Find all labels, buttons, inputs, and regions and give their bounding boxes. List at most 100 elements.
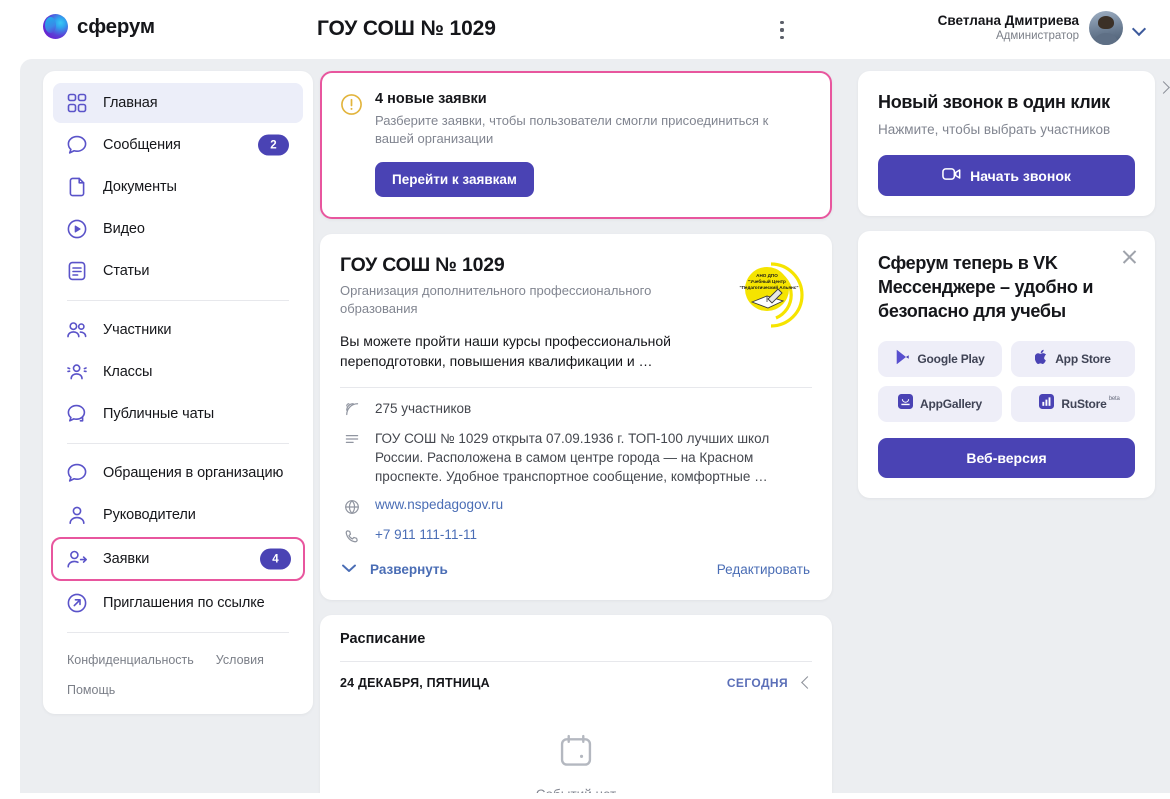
- chevron-right-icon[interactable]: [1158, 83, 1170, 93]
- rustore-icon: [1039, 394, 1055, 414]
- phone-icon: [342, 527, 361, 546]
- user-icon: [65, 503, 89, 527]
- organization-info-text[interactable]: www.nspedagogov.ru: [375, 497, 503, 516]
- organization-logo-icon: АНО ДПО "Учебный Центр "Педагогический А…: [732, 256, 810, 334]
- chevron-down-icon[interactable]: [1133, 24, 1146, 32]
- sidebar-item-label: Статьи: [103, 263, 150, 279]
- schedule-date-row: 24 ДЕКАБРЯ, ПЯТНИЦА СЕГОДНЯ: [340, 662, 812, 690]
- start-call-label: Начать звонок: [970, 167, 1071, 184]
- user-info: Светлана Дмитриева Администратор: [938, 12, 1079, 44]
- organization-info-text: 275 участников: [375, 401, 472, 416]
- footer-link-1[interactable]: Конфиденциальность: [67, 648, 194, 672]
- sidebar-item-12[interactable]: Приглашения по ссылке: [53, 583, 303, 623]
- alert-text: Разберите заявки, чтобы пользователи смо…: [375, 113, 769, 146]
- store-button-4[interactable]: RuStore beta: [1011, 386, 1135, 422]
- schedule-nav: СЕГОДНЯ: [727, 676, 812, 690]
- app-window: сферум ГОУ СОШ № 1029 Светлана Дмитриева…: [0, 0, 1170, 793]
- schedule-title: Расписание: [340, 631, 426, 647]
- page-title: ГОУ СОШ № 1029: [317, 17, 496, 40]
- sidebar-divider: [67, 443, 289, 444]
- chat-bubble-icon: [65, 461, 89, 485]
- brand-name: сферум: [77, 14, 155, 38]
- chevron-down-icon: [342, 560, 356, 578]
- schedule-empty-state: Событий нет: [340, 690, 812, 793]
- store-button-label: AppGallery: [919, 397, 983, 411]
- users-icon: [65, 318, 89, 342]
- store-button-2[interactable]: App Store: [1011, 341, 1135, 377]
- sidebar-item-5[interactable]: Статьи: [53, 251, 303, 291]
- article-icon: [65, 259, 89, 283]
- sidebar-item-badge: 2: [258, 134, 289, 156]
- chevron-left-icon[interactable]: [802, 678, 812, 688]
- schedule-card: Расписание 24 ДЕКАБРЯ, ПЯТНИЦА СЕГОДНЯ: [320, 615, 832, 793]
- store-button-3[interactable]: AppGallery: [878, 386, 1002, 422]
- more-vertical-icon[interactable]: [774, 21, 790, 39]
- edit-organization-link[interactable]: Редактировать: [717, 562, 810, 577]
- list-icon: [342, 429, 361, 486]
- call-subtitle: Нажмите, чтобы выбрать участников: [878, 122, 1111, 137]
- sidebar-item-badge: 4: [260, 548, 291, 570]
- sidebar-item-7[interactable]: Классы: [53, 352, 303, 392]
- sidebar-item-10[interactable]: Руководители: [53, 495, 303, 535]
- brand-logo-link[interactable]: сферум: [43, 14, 155, 39]
- organization-info-row-1: 275 участников: [340, 388, 812, 418]
- organization-info-rows: 275 участников ГОУ СОШ № 1029 открыта 07.…: [340, 388, 812, 546]
- sidebar-divider: [67, 300, 289, 301]
- sidebar-item-2[interactable]: Сообщения 2: [53, 125, 303, 165]
- grid-icon: [65, 91, 89, 115]
- avatar: [1089, 11, 1123, 45]
- organization-subtitle: Организация дополнительного профессионал…: [340, 283, 652, 316]
- document-icon: [65, 175, 89, 199]
- top-bar: сферум ГОУ СОШ № 1029 Светлана Дмитриева…: [0, 0, 1170, 59]
- footer-link-2[interactable]: Условия: [216, 648, 264, 672]
- vk-messenger-promo-card: Сферум теперь в VK Мессенджере – удобно …: [858, 231, 1155, 498]
- today-button[interactable]: СЕГОДНЯ: [727, 676, 788, 690]
- sidebar-item-9[interactable]: Обращения в организацию: [53, 453, 303, 493]
- expand-label: Развернуть: [370, 561, 448, 577]
- google-play-icon: [895, 349, 910, 370]
- sidebar-item-label: Участники: [103, 322, 172, 338]
- expand-button[interactable]: Развернуть: [342, 560, 448, 578]
- play-circle-icon: [65, 217, 89, 241]
- sidebar-footer-links: Конфиденциальность Условия Помощь: [43, 642, 313, 702]
- store-buttons: Google Play App Store AppGallery RuStore bet…: [878, 341, 1135, 422]
- organization-info-text[interactable]: +7 911 111-11-11: [375, 527, 477, 546]
- sidebar-item-3[interactable]: Документы: [53, 167, 303, 207]
- store-button-label: App Store: [1055, 352, 1111, 366]
- sidebar-item-label: Сообщения: [103, 137, 181, 153]
- sidebar-item-1[interactable]: Главная: [53, 83, 303, 123]
- close-icon[interactable]: [1121, 248, 1138, 265]
- go-to-requests-button[interactable]: Перейти к заявкам: [375, 162, 534, 197]
- schedule-date: 24 ДЕКАБРЯ, ПЯТНИЦА: [340, 676, 490, 690]
- sidebar-item-label: Классы: [103, 364, 153, 380]
- organization-info-row-4[interactable]: +7 911 111-11-11: [340, 516, 812, 546]
- svg-text:АНО ДПО: АНО ДПО: [756, 273, 778, 278]
- sidebar-item-6[interactable]: Участники: [53, 310, 303, 350]
- organization-actions: Развернуть Редактировать: [340, 546, 812, 592]
- web-version-button[interactable]: Веб-версия: [878, 438, 1135, 478]
- sidebar-item-label: Документы: [103, 179, 177, 195]
- svg-text:"Учебный Центр: "Учебный Центр: [748, 278, 786, 284]
- center-column: 4 новые заявки Разберите заявки, чтобы п…: [320, 71, 832, 793]
- chat-reply-icon: [65, 402, 89, 426]
- appgallery-icon: [897, 394, 913, 414]
- organization-info-row-3[interactable]: www.nspedagogov.ru: [340, 486, 812, 516]
- sidebar-item-11[interactable]: Заявки 4: [51, 537, 305, 581]
- warning-circle-icon: [340, 93, 363, 116]
- sidebar-item-label: Обращения в организацию: [103, 465, 284, 481]
- sidebar-item-label: Заявки: [103, 551, 150, 567]
- sidebar-item-4[interactable]: Видео: [53, 209, 303, 249]
- svg-text:"Педагогический Альянс": "Педагогический Альянс": [739, 284, 798, 290]
- sidebar-item-8[interactable]: Публичные чаты: [53, 394, 303, 434]
- footer-link-3[interactable]: Помощь: [67, 678, 289, 702]
- sidebar-item-label: Видео: [103, 221, 145, 237]
- store-button-label: RuStore beta: [1061, 396, 1120, 411]
- user-menu[interactable]: Светлана Дмитриева Администратор: [938, 11, 1146, 45]
- store-button-1[interactable]: Google Play: [878, 341, 1002, 377]
- user-arrow-icon: [65, 547, 89, 571]
- sidebar-item-label: Приглашения по ссылке: [103, 595, 265, 611]
- globe-icon: [342, 497, 361, 516]
- start-call-button[interactable]: Начать звонок: [878, 155, 1135, 196]
- promo-title: Сферум теперь в VK Мессенджере – удобно …: [878, 253, 1094, 321]
- sidebar: Главная Сообщения 2 Документы Видео Статьи Уча…: [43, 71, 313, 714]
